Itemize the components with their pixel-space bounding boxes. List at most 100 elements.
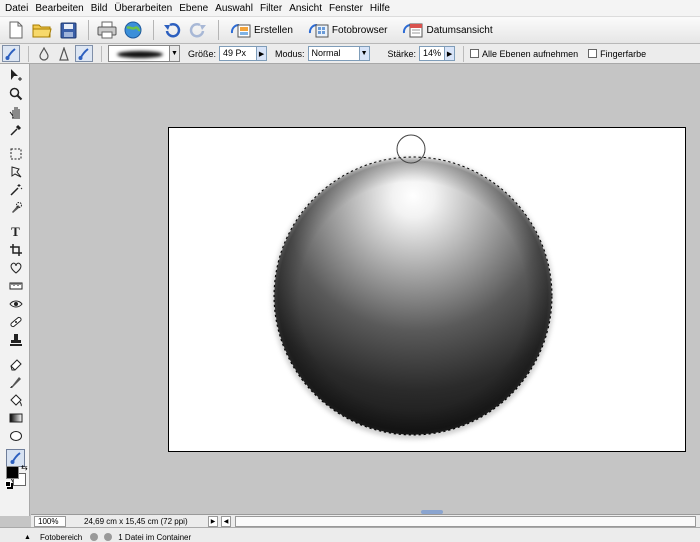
clone-stamp-tool-icon[interactable] [7, 332, 24, 347]
menu-enhance[interactable]: Überarbeiten [111, 0, 176, 17]
bin-next-icon[interactable] [104, 533, 113, 541]
zoom-tool-icon[interactable] [7, 86, 24, 101]
separator [218, 20, 219, 40]
menu-view[interactable]: Ansicht [286, 0, 326, 17]
all-layers-box[interactable] [470, 49, 480, 58]
printer-icon [97, 21, 117, 39]
separator [88, 20, 89, 40]
shortcuts-bar: Erstellen Fotobrowser Datumsansicht [0, 17, 700, 44]
straighten-tool-icon[interactable] [7, 278, 24, 293]
finger-paint-label: Fingerfarbe [600, 48, 647, 59]
magic-wand-tool-icon[interactable] [7, 182, 24, 197]
photo-bin-count: 1 Datei im Container [118, 533, 192, 542]
new-file-button[interactable] [4, 19, 28, 41]
scroll-left-arrow[interactable]: ◀ [221, 515, 231, 527]
status-info-arrow[interactable]: ▶ [208, 515, 218, 527]
finger-paint-box[interactable] [588, 49, 598, 58]
default-colors-icon[interactable] [5, 481, 11, 487]
undo-icon [164, 23, 181, 38]
hand-tool-icon[interactable] [7, 104, 24, 119]
eraser-tool-icon[interactable] [7, 356, 24, 371]
menu-window[interactable]: Fenster [326, 0, 367, 17]
brush-stroke-preview [117, 51, 163, 58]
type-tool-icon[interactable]: T [7, 224, 24, 239]
cookie-cutter-tool-icon[interactable] [7, 260, 24, 275]
finger-paint-checkbox[interactable]: Fingerfarbe [588, 49, 646, 59]
bin-toggle-icon[interactable]: ▲ [24, 534, 31, 541]
all-layers-label: Alle Ebenen aufnehmen [482, 48, 579, 59]
separator [463, 45, 465, 62]
brush-picker-dropdown[interactable]: ▼ [170, 45, 180, 62]
create-icon [229, 21, 251, 39]
sharpen-triangle-icon [59, 46, 69, 61]
red-eye-tool-icon[interactable] [7, 296, 24, 311]
new-file-icon [9, 21, 23, 39]
selection-brush-tool-icon[interactable] [7, 200, 24, 215]
tool-preset-button[interactable] [2, 45, 20, 62]
strength-field[interactable]: 14% [419, 46, 446, 61]
redo-icon [189, 23, 206, 38]
redo-button[interactable] [186, 19, 210, 41]
share-button[interactable] [121, 19, 145, 41]
print-button[interactable] [95, 19, 119, 41]
smudge-tool-button[interactable] [75, 45, 93, 62]
smudge-finger-icon [78, 47, 89, 60]
tool-options-bar: ▼ Größe: 49 Px ▶ Modus: Normal ▼ Stärke:… [0, 44, 700, 64]
move-tool-icon[interactable] [7, 67, 24, 82]
menu-select[interactable]: Auswahl [212, 0, 257, 17]
brush-tool-icon[interactable] [7, 374, 24, 389]
size-field[interactable]: 49 Px [219, 46, 258, 61]
menubar: Datei Bearbeiten Bild Überarbeiten Ebene… [0, 0, 700, 17]
separator [153, 20, 154, 40]
folder-icon [32, 24, 52, 38]
create-button[interactable]: Erstellen [225, 19, 297, 41]
all-layers-checkbox[interactable]: Alle Ebenen aufnehmen [470, 49, 578, 59]
save-button[interactable] [56, 19, 80, 41]
mode-select[interactable]: Normal [307, 46, 360, 61]
gradient-tool-icon[interactable] [7, 410, 24, 425]
dateview-label: Datumsansicht [426, 24, 493, 36]
open-button[interactable] [30, 19, 54, 41]
strength-stepper[interactable]: ▶ [445, 46, 456, 61]
paint-bucket-tool-icon[interactable] [7, 392, 24, 407]
photobrowser-button[interactable]: Fotobrowser [303, 19, 392, 41]
blur-drop-icon [39, 46, 49, 61]
crop-tool-icon[interactable] [7, 242, 24, 257]
photo-bin-bar: ▲ Fotobereich 1 Datei im Container [0, 527, 700, 542]
calendar-icon [401, 21, 423, 39]
work-area [31, 64, 700, 514]
menu-edit[interactable]: Bearbeiten [32, 0, 87, 17]
document-canvas[interactable] [168, 127, 686, 452]
zoom-field[interactable]: 100% [34, 515, 66, 527]
swap-colors-icon[interactable]: ⇆ [21, 463, 28, 472]
smudge-icon [5, 47, 16, 60]
blur-tool-button[interactable] [35, 45, 53, 62]
photo-bin-label[interactable]: Fotobereich [0, 533, 82, 542]
photobrowser-icon [307, 21, 329, 39]
menu-image[interactable]: Bild [88, 0, 112, 17]
healing-brush-tool-icon[interactable] [7, 314, 24, 329]
sharpen-tool-button[interactable] [55, 45, 73, 62]
bin-options-icon[interactable] [90, 533, 99, 541]
menu-help[interactable]: Hilfe [367, 0, 394, 17]
lasso-tool-icon[interactable] [7, 164, 24, 179]
eyedropper-tool-icon[interactable] [7, 122, 24, 137]
document-info: 24,69 cm x 15,45 cm (72 ppi) [84, 516, 188, 526]
menu-layer[interactable]: Ebene [176, 0, 212, 17]
mode-label: Modus: [275, 48, 305, 59]
size-label: Größe: [188, 48, 217, 59]
foreground-color-swatch-front [6, 466, 19, 479]
strength-label: Stärke: [387, 48, 417, 59]
horizontal-scrollbar[interactable] [235, 515, 696, 527]
marquee-tool-icon[interactable] [7, 146, 24, 161]
save-icon [60, 22, 76, 38]
brush-preview[interactable] [108, 45, 170, 62]
shape-tool-icon[interactable] [7, 428, 24, 443]
size-stepper[interactable]: ▶ [257, 46, 268, 61]
dateview-button[interactable]: Datumsansicht [397, 19, 496, 41]
undo-button[interactable] [160, 19, 184, 41]
separator [101, 45, 102, 62]
mode-dropdown[interactable]: ▼ [359, 46, 370, 61]
menu-file[interactable]: Datei [2, 0, 32, 17]
menu-filter[interactable]: Filter [257, 0, 286, 17]
